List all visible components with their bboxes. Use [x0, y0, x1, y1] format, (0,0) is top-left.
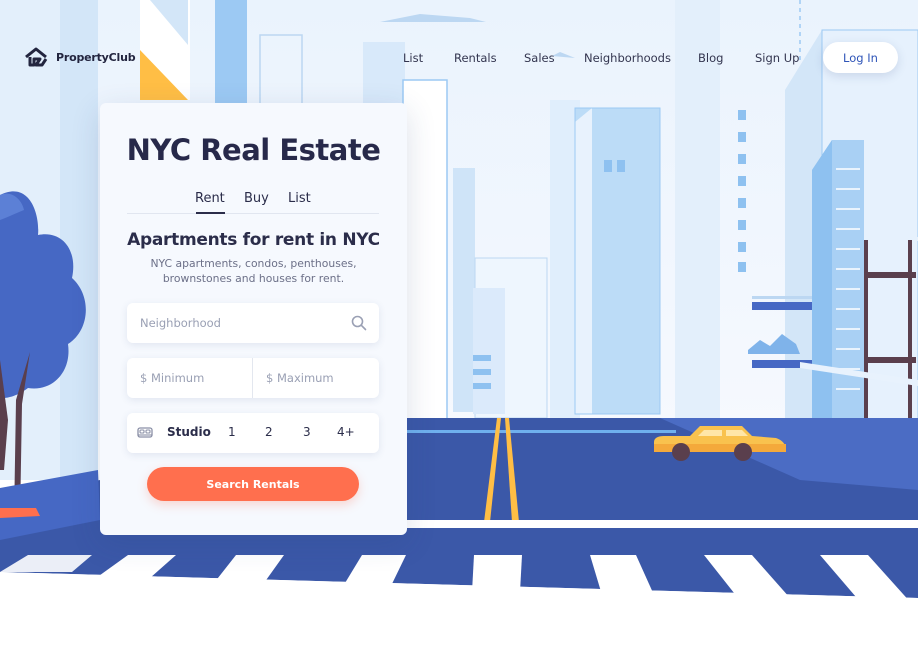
- description-line-2: brownstones and houses for rent.: [162, 272, 345, 285]
- max-price-input[interactable]: [266, 370, 371, 386]
- search-description: NYC apartments, condos, penthouses, brow…: [100, 256, 407, 286]
- tab-buy[interactable]: Buy: [244, 191, 269, 206]
- price-range-field: [127, 358, 379, 398]
- nav-link-sales[interactable]: Sales: [524, 51, 555, 65]
- nav-link-rentals[interactable]: Rentals: [454, 51, 497, 65]
- bedroom-option-2[interactable]: 2: [265, 425, 273, 439]
- nav-link-sign-up[interactable]: Sign Up: [755, 51, 799, 65]
- bedroom-option-studio[interactable]: Studio: [167, 425, 211, 439]
- search-icon[interactable]: [351, 315, 367, 331]
- min-price-input[interactable]: [140, 370, 245, 386]
- bedroom-selector: Studio 1 2 3 4+: [127, 413, 379, 453]
- brand-logo[interactable]: PropertyClub: [24, 47, 136, 67]
- brand-name: PropertyClub: [56, 50, 136, 64]
- description-line-1: NYC apartments, condos, penthouses,: [150, 257, 357, 270]
- bedroom-option-3[interactable]: 3: [303, 425, 311, 439]
- bedroom-option-4-plus[interactable]: 4+: [337, 425, 355, 439]
- log-in-button[interactable]: Log In: [823, 42, 898, 73]
- neighborhood-input[interactable]: [140, 315, 340, 331]
- search-mode-tabs: Rent Buy List: [127, 190, 379, 214]
- house-logo-icon: [25, 47, 48, 67]
- search-heading: Apartments for rent in NYC: [127, 230, 380, 250]
- tab-rent[interactable]: Rent: [195, 191, 225, 206]
- nav-link-list[interactable]: List: [403, 51, 423, 65]
- nav-link-blog[interactable]: Blog: [698, 51, 723, 65]
- bedroom-option-1[interactable]: 1: [228, 425, 236, 439]
- tab-list[interactable]: List: [288, 191, 311, 206]
- active-tab-indicator: [196, 212, 225, 214]
- bed-icon: [137, 427, 153, 438]
- nav-link-neighborhoods[interactable]: Neighborhoods: [584, 51, 671, 65]
- neighborhood-field: [127, 303, 379, 343]
- search-rentals-button[interactable]: Search Rentals: [147, 467, 359, 501]
- price-divider: [252, 358, 253, 398]
- card-title: NYC Real Estate: [126, 133, 381, 167]
